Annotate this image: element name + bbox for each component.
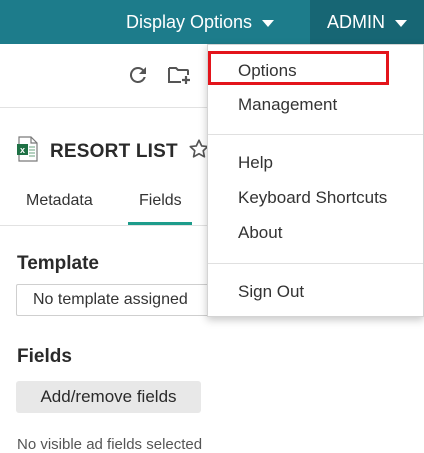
menu-item-management[interactable]: Management <box>238 95 337 115</box>
admin-dropdown-menu: Options Management Help Keyboard Shortcu… <box>207 44 424 317</box>
menu-item-help[interactable]: Help <box>238 153 273 173</box>
menu-item-keyboard-shortcuts[interactable]: Keyboard Shortcuts <box>238 188 387 208</box>
add-remove-fields-button[interactable]: Add/remove fields <box>16 381 201 413</box>
chevron-down-icon <box>395 20 407 27</box>
excel-file-icon: x <box>17 136 39 167</box>
tabs-divider <box>0 225 207 226</box>
document-title: RESORT LIST <box>50 140 178 162</box>
menu-item-options[interactable]: Options <box>238 61 297 81</box>
display-options-button[interactable]: Display Options <box>126 0 275 44</box>
svg-text:x: x <box>20 145 25 155</box>
highlight-annotation <box>208 51 389 85</box>
document-title-row: x RESORT LIST <box>17 136 210 167</box>
fields-heading: Fields <box>17 346 72 367</box>
tab-metadata[interactable]: Metadata <box>26 192 93 210</box>
menu-divider <box>208 134 423 135</box>
template-select[interactable]: No template assigned <box>16 284 236 316</box>
add-folder-icon[interactable] <box>166 63 190 87</box>
tab-fields[interactable]: Fields <box>139 192 182 210</box>
toolbar-divider <box>0 107 207 108</box>
display-options-label: Display Options <box>126 11 253 32</box>
top-navigation-bar: Display Options ADMIN <box>0 0 424 44</box>
menu-item-about[interactable]: About <box>238 223 282 243</box>
refresh-icon[interactable] <box>126 63 150 87</box>
admin-menu-button[interactable]: ADMIN <box>310 0 424 44</box>
menu-item-sign-out[interactable]: Sign Out <box>238 282 304 302</box>
chevron-down-icon <box>262 20 275 27</box>
template-heading: Template <box>17 253 100 274</box>
menu-divider <box>208 263 423 264</box>
admin-label: ADMIN <box>327 11 385 32</box>
fields-status-text: No visible ad fields selected <box>17 436 203 453</box>
